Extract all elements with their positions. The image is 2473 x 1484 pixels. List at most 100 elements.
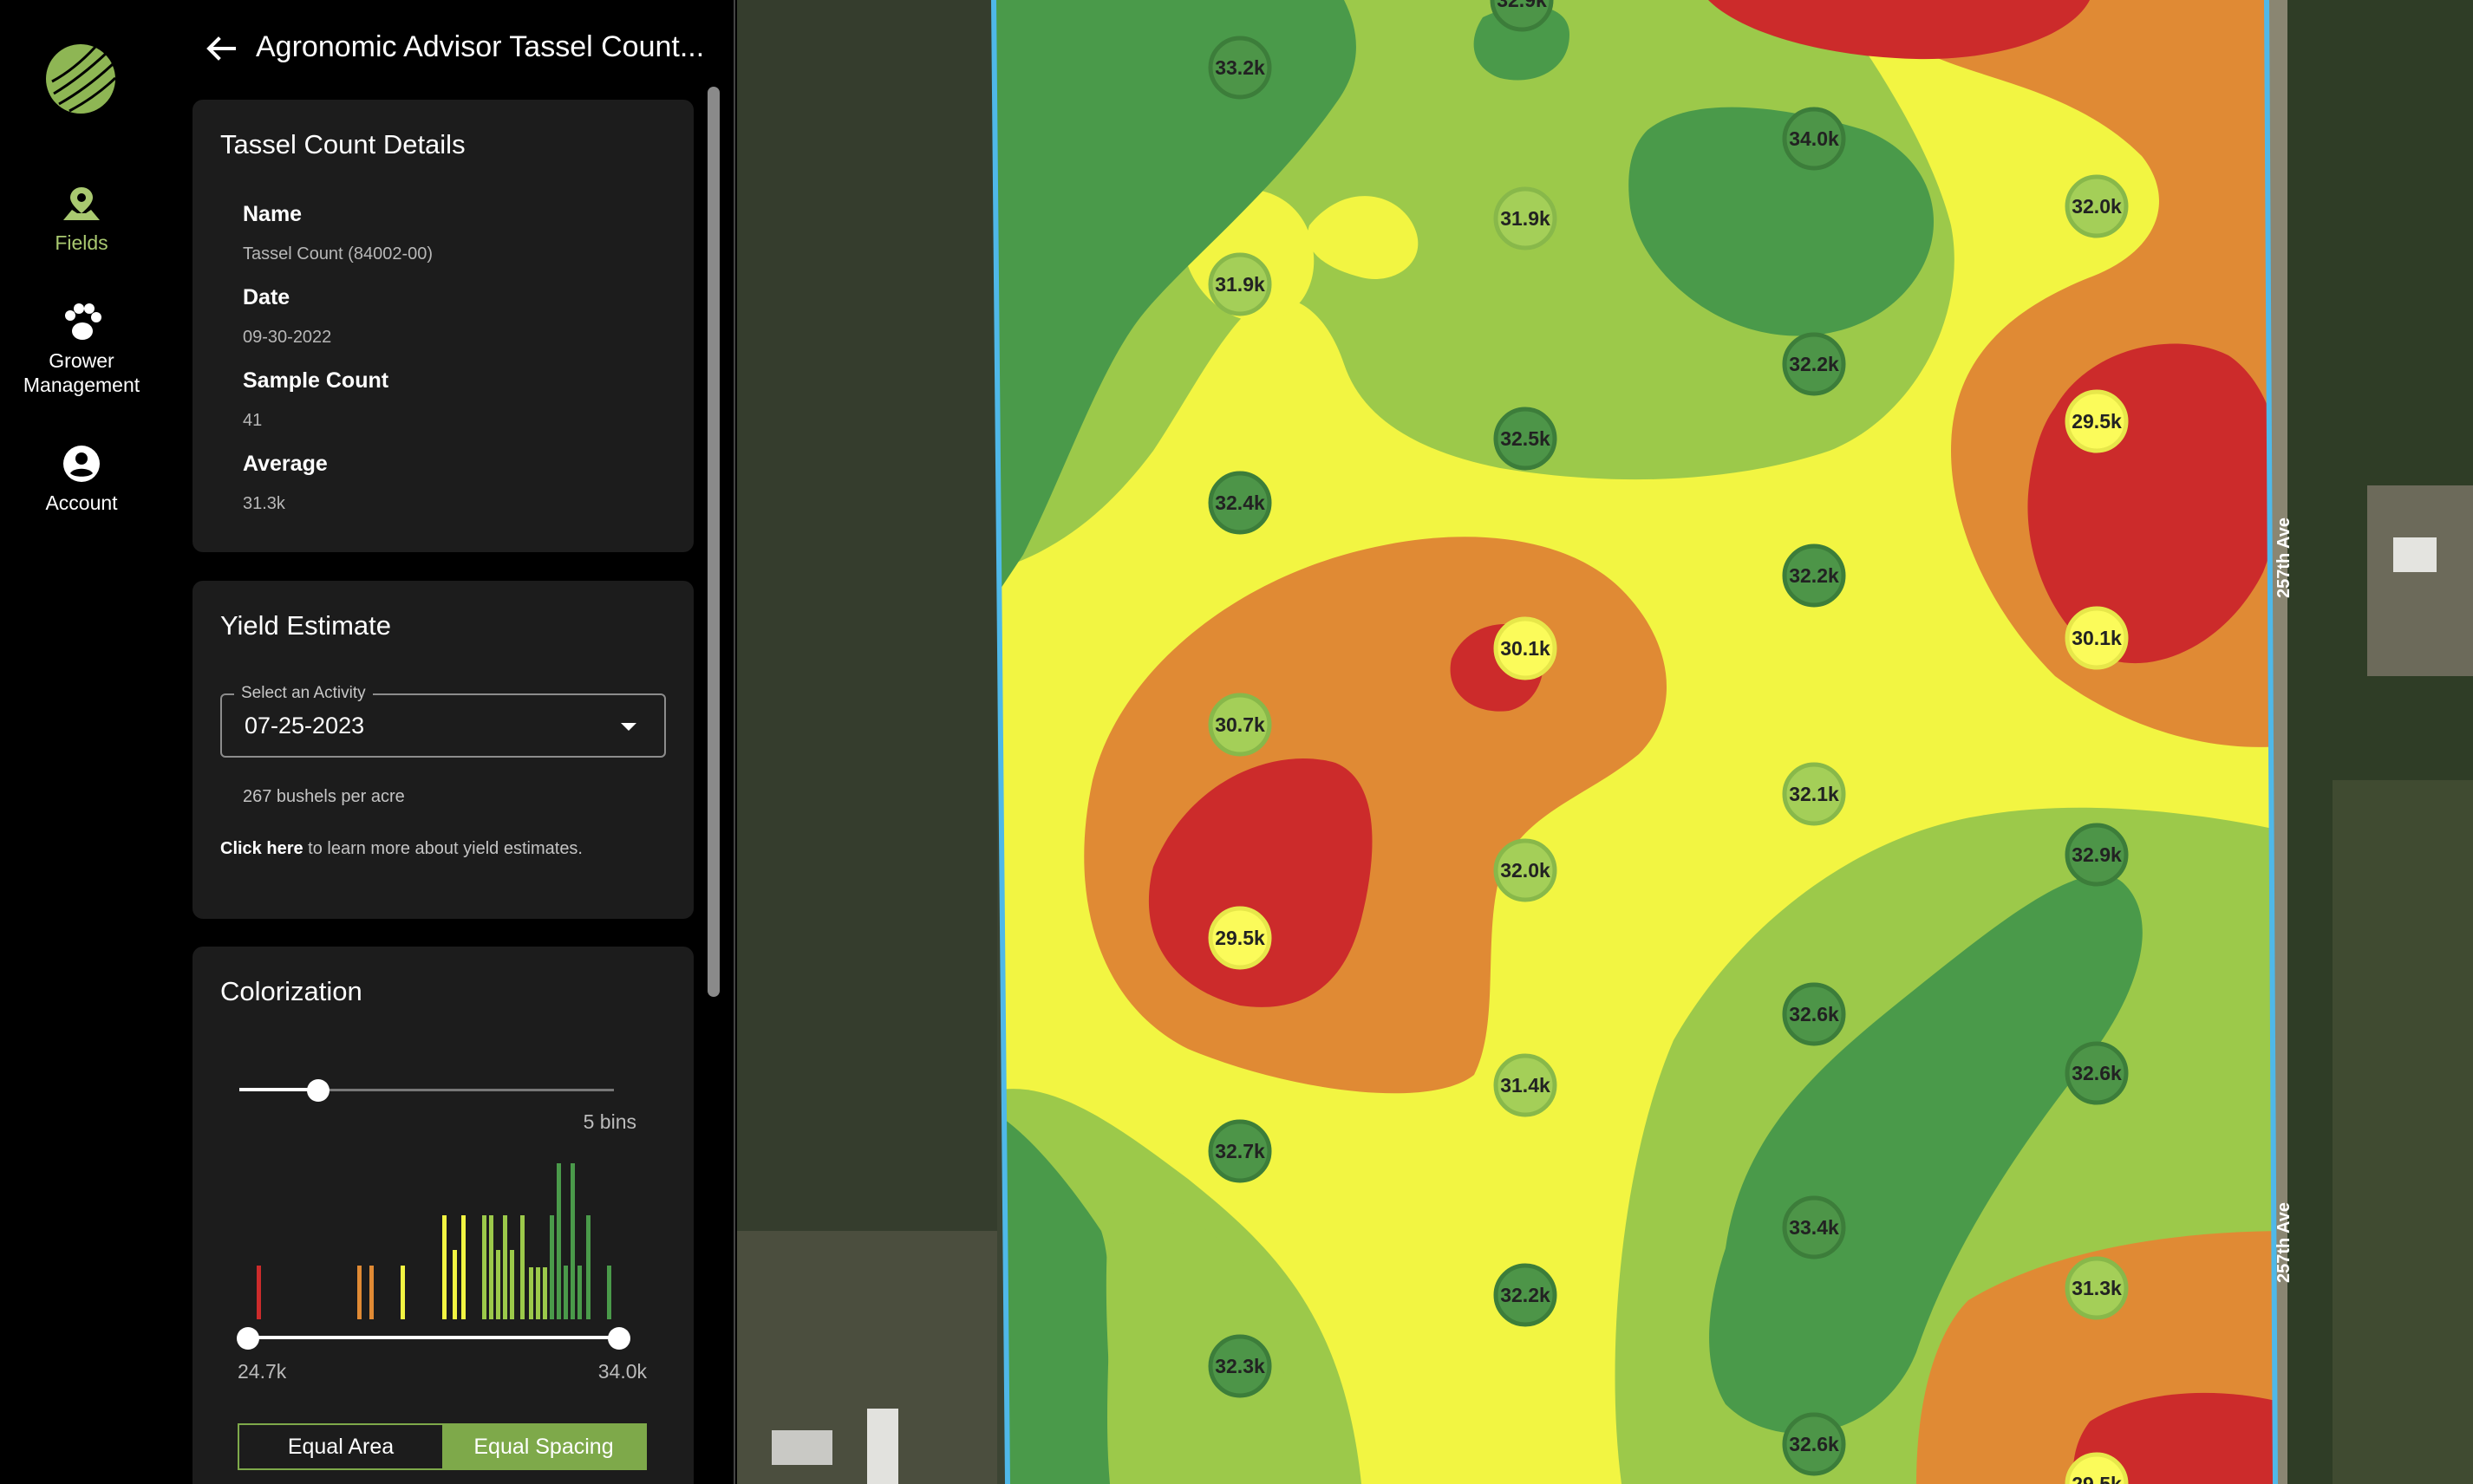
learn-more-link[interactable]: Click here	[220, 839, 303, 858]
nav-item-grower-management[interactable]: Grower Management	[0, 303, 163, 397]
histogram-bar	[489, 1215, 493, 1319]
back-arrow-icon[interactable]	[203, 31, 238, 66]
app-logo-icon[interactable]	[45, 43, 116, 114]
crop-field-east	[2333, 780, 2473, 1484]
map-view[interactable]: 257th Ave 257th Ave 32.9k 33.2k 34.0k 31.9k…	[737, 0, 2473, 1484]
range-slider[interactable]	[237, 1325, 630, 1351]
sample-marker[interactable]: 32.1k	[1782, 762, 1846, 826]
map-canvas[interactable]: 257th Ave 257th Ave 32.9k 33.2k 34.0k 31.9k…	[737, 0, 2473, 1484]
sample-marker[interactable]: 31.9k	[1208, 252, 1272, 316]
sample-marker[interactable]: 34.0k	[1782, 107, 1846, 171]
histogram-bar	[510, 1250, 514, 1319]
sample-marker-label: 29.5k	[2072, 410, 2122, 433]
learn-more-text: Click here to learn more about yield est…	[220, 837, 583, 860]
colorization-mode-toggle: Equal Area Equal Spacing	[238, 1423, 647, 1470]
building	[867, 1409, 898, 1484]
sample-marker-label: 32.2k	[1789, 353, 1839, 375]
sample-marker-label: 32.2k	[1789, 564, 1839, 587]
panel-scrollbar[interactable]	[708, 87, 720, 997]
sample-marker[interactable]: 31.9k	[1493, 186, 1557, 251]
yield-estimate-value: 267 bushels per acre	[243, 787, 405, 806]
nav-item-fields[interactable]: Fields	[0, 186, 163, 255]
activity-select-label: Select an Activity	[234, 684, 373, 703]
field-label-sample-count: Sample Count	[243, 368, 389, 393]
activity-select[interactable]: Select an Activity 07-25-2023	[220, 684, 666, 758]
sample-marker[interactable]: 32.4k	[1208, 471, 1272, 535]
equal-spacing-button[interactable]: Equal Spacing	[442, 1425, 645, 1468]
field-label-name: Name	[243, 202, 303, 226]
sample-marker-label: 32.3k	[1215, 1355, 1265, 1377]
sample-marker[interactable]: 30.1k	[2065, 606, 2129, 670]
sample-marker[interactable]: 30.7k	[1208, 693, 1272, 757]
sample-marker[interactable]: 31.4k	[1493, 1053, 1557, 1117]
sample-marker-label: 31.4k	[1500, 1074, 1550, 1097]
sample-marker-label: 32.4k	[1215, 491, 1265, 514]
sample-marker[interactable]: 32.6k	[2065, 1041, 2129, 1105]
activity-select-value: 07-25-2023	[245, 713, 365, 739]
side-panel: Agronomic Advisor Tassel Count... Tassel…	[163, 0, 735, 1484]
sample-marker[interactable]: 29.5k	[2065, 389, 2129, 453]
histogram-bar	[369, 1266, 374, 1319]
sample-marker-label: 32.1k	[1789, 783, 1839, 805]
nav-label-grower-management: Grower Management	[23, 349, 140, 396]
equal-area-button[interactable]: Equal Area	[239, 1425, 442, 1468]
histogram-bar	[461, 1215, 466, 1319]
field-label-average: Average	[243, 452, 328, 476]
learn-more-suffix: to learn more about yield estimates.	[303, 839, 583, 858]
sample-marker-label: 31.9k	[1500, 207, 1550, 230]
range-max-label: 34.0k	[597, 1360, 647, 1383]
field-value-average: 31.3k	[243, 494, 285, 513]
histogram-bar	[357, 1266, 362, 1319]
histogram-bar	[520, 1215, 525, 1319]
nav-label-fields: Fields	[55, 231, 108, 254]
histogram-bar	[401, 1266, 405, 1319]
sample-marker[interactable]: 33.4k	[1782, 1195, 1846, 1259]
sample-marker[interactable]: 32.0k	[1493, 838, 1557, 902]
sample-marker[interactable]: 32.2k	[1782, 543, 1846, 608]
map-pin-icon	[63, 187, 100, 220]
sample-marker-label: 33.2k	[1215, 56, 1265, 79]
building	[772, 1430, 832, 1465]
sample-marker[interactable]: 32.5k	[1493, 407, 1557, 471]
histogram-bar	[557, 1163, 561, 1319]
tassel-count-details-card: Tassel Count Details Name Tassel Count (…	[192, 100, 694, 552]
sample-marker[interactable]: 32.6k	[1782, 982, 1846, 1046]
paw-icon	[65, 303, 101, 340]
range-slider-max-thumb[interactable]	[608, 1327, 630, 1350]
value-histogram	[257, 1163, 611, 1319]
histogram-bar	[503, 1215, 507, 1319]
card-title: Colorization	[220, 976, 362, 1006]
bins-slider[interactable]	[239, 1077, 614, 1103]
sample-marker[interactable]: 32.2k	[1493, 1263, 1557, 1327]
sample-marker-label: 32.2k	[1500, 1284, 1550, 1306]
sample-marker[interactable]: 32.0k	[2065, 174, 2129, 238]
field-value-name: Tassel Count (84002-00)	[243, 244, 434, 264]
sample-marker[interactable]: 32.9k	[2065, 823, 2129, 887]
range-slider-min-thumb[interactable]	[237, 1327, 259, 1350]
card-title: Tassel Count Details	[220, 129, 466, 159]
field-value-date: 09-30-2022	[243, 328, 332, 347]
bins-slider-thumb[interactable]	[306, 1079, 330, 1102]
sample-marker[interactable]: 32.3k	[1208, 1334, 1272, 1398]
sample-marker[interactable]: 29.5k	[1208, 906, 1272, 970]
field-label-date: Date	[243, 285, 290, 309]
sample-marker-label: 32.0k	[2072, 195, 2122, 218]
sample-marker[interactable]: 32.2k	[1782, 332, 1846, 396]
sample-marker-label: 32.6k	[1789, 1433, 1839, 1455]
sample-marker[interactable]: 31.3k	[2065, 1256, 2129, 1320]
sample-marker-label: 32.7k	[1215, 1140, 1265, 1162]
nav-item-account[interactable]: Account	[0, 444, 163, 515]
sample-marker[interactable]: 32.6k	[1782, 1412, 1846, 1476]
histogram-bar	[529, 1267, 533, 1319]
sample-marker[interactable]: 32.7k	[1208, 1119, 1272, 1183]
histogram-bar	[571, 1163, 575, 1319]
histogram-bar	[577, 1266, 582, 1319]
field-value-sample-count: 41	[243, 411, 263, 430]
sample-marker[interactable]: 30.1k	[1493, 616, 1557, 680]
road-label: 257th Ave	[2274, 517, 2294, 598]
histogram-bar	[482, 1215, 486, 1319]
sample-marker[interactable]: 33.2k	[1208, 36, 1272, 100]
panel-header: Agronomic Advisor Tassel Count...	[163, 19, 735, 75]
sample-marker-label: 32.6k	[1789, 1003, 1839, 1025]
range-slider-track[interactable]	[248, 1336, 619, 1339]
